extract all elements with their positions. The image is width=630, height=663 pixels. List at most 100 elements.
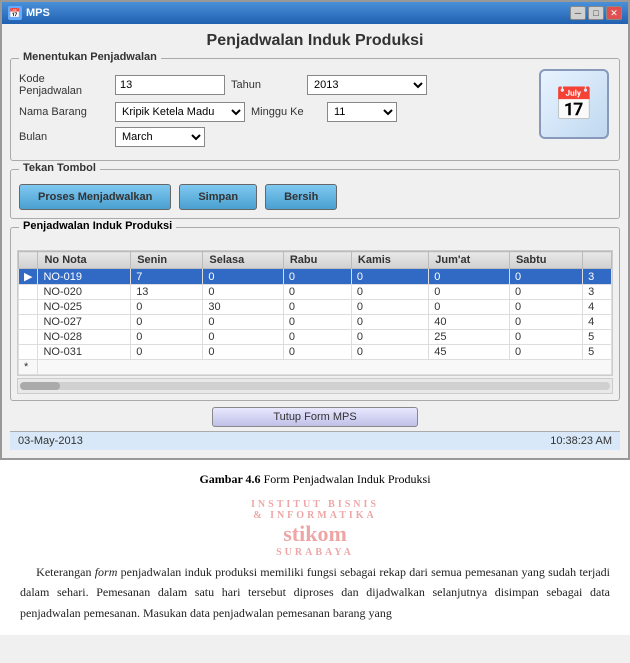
cell-selasa: 30 [203,300,283,315]
close-button[interactable]: ✕ [606,6,622,20]
window-title: MPS [26,7,50,19]
cell-extra: 5 [583,330,612,345]
status-date: 03-May-2013 [18,435,83,447]
cell-no-nota: NO-020 [38,285,131,300]
window-body: Penjadwalan Induk Produksi Menentukan Pe… [2,24,628,458]
cell-sabtu: 0 [509,285,582,300]
table-row[interactable]: ▶ NO-019 7 0 0 0 0 0 3 [19,269,612,285]
cell-selasa: 0 [203,285,283,300]
status-bar: 03-May-2013 10:38:23 AM [10,431,620,450]
col-selasa: Selasa [203,252,283,269]
kode-label: Kode Penjadwalan [19,73,109,97]
form-group-legend: Menentukan Penjadwalan [19,51,161,63]
action-buttons-row: Proses Menjadwalkan Simpan Bersih [19,184,611,210]
cell-kamis: 0 [351,345,428,360]
maximize-button[interactable]: □ [588,6,604,20]
cell-jumat: 0 [429,269,510,285]
horizontal-scrollbar[interactable] [17,378,613,394]
cell-selasa: 0 [203,315,283,330]
cell-senin: 0 [131,330,203,345]
cell-extra: 5 [583,345,612,360]
cell-kamis: 0 [351,315,428,330]
cell-no-nota: NO-031 [38,345,131,360]
bulan-label: Bulan [19,131,109,143]
nama-select[interactable]: Kripik Ketela Madu [115,102,245,122]
form-group: Menentukan Penjadwalan 📅 Kode Penjadwala… [10,58,620,161]
cell-senin: 0 [131,345,203,360]
proses-button[interactable]: Proses Menjadwalkan [19,184,171,210]
cell-rabu: 0 [283,345,351,360]
row-nama-minggu: Nama Barang Kripik Ketela Madu Minggu Ke… [19,102,529,122]
cell-extra: 3 [583,285,612,300]
watermark-surabaya: SURABAYA [20,547,610,558]
cell-kamis: 0 [351,330,428,345]
watermark-line2: & INFORMATIKA [20,510,610,521]
paragraph-container: INSTITUT BISNIS & INFORMATIKA stikom SUR… [20,499,610,623]
table-row[interactable]: NO-028 0 0 0 0 25 0 5 [19,330,612,345]
close-btn-row: Tutup Form MPS [10,407,620,427]
col-jumat: Jum'at [429,252,510,269]
bersih-button[interactable]: Bersih [265,184,337,210]
cell-sabtu: 0 [509,345,582,360]
close-form-button[interactable]: Tutup Form MPS [212,407,417,427]
cell-jumat: 45 [429,345,510,360]
cell-senin: 0 [131,315,203,330]
cell-sabtu: 0 [509,269,582,285]
minggu-select[interactable]: 11 [327,102,397,122]
cell-rabu: 0 [283,315,351,330]
table-row[interactable]: NO-025 0 30 0 0 0 0 4 [19,300,612,315]
title-bar: 📅 MPS ─ □ ✕ [2,2,628,24]
button-group: Tekan Tombol Proses Menjadwalkan Simpan … [10,169,620,219]
kode-input[interactable] [115,75,225,95]
cell-selasa: 0 [203,345,283,360]
cell-jumat: 0 [429,300,510,315]
cell-senin: 13 [131,285,203,300]
cell-sabtu: 0 [509,315,582,330]
button-group-legend: Tekan Tombol [19,162,100,174]
cell-extra: 3 [583,269,612,285]
cell-selasa: 0 [203,269,283,285]
cell-sabtu: 0 [509,330,582,345]
cell-kamis: 0 [351,300,428,315]
col-extra [583,252,612,269]
cell-no-nota: NO-025 [38,300,131,315]
col-pointer [19,252,38,269]
cell-no-nota: NO-027 [38,315,131,330]
table-group: Penjadwalan Induk Produksi No Nota Senin… [10,227,620,401]
nama-label: Nama Barang [19,106,109,118]
simpan-button[interactable]: Simpan [179,184,257,210]
col-sabtu: Sabtu [509,252,582,269]
row-bulan: Bulan March January February April [19,127,529,147]
data-grid-container[interactable]: No Nota Senin Selasa Rabu Kamis Jum'at S… [17,250,613,376]
row-pointer-cell [19,300,38,315]
watermark-stikom: stikom [20,521,610,547]
scroll-track [20,382,610,390]
new-row-marker: * [19,360,38,375]
table-row[interactable]: NO-020 13 0 0 0 0 0 3 [19,285,612,300]
table-row[interactable]: NO-031 0 0 0 0 45 0 5 [19,345,612,360]
cell-senin: 7 [131,269,203,285]
cell-extra: 4 [583,300,612,315]
table-group-legend: Penjadwalan Induk Produksi [19,220,176,232]
scroll-thumb [20,382,60,390]
page-title: Penjadwalan Induk Produksi [10,32,620,50]
tahun-select[interactable]: 2013 2012 2014 [307,75,427,95]
table-row[interactable]: NO-027 0 0 0 0 40 0 4 [19,315,612,330]
main-window: 📅 MPS ─ □ ✕ Penjadwalan Induk Produksi M… [0,0,630,460]
cell-kamis: 0 [351,269,428,285]
minimize-button[interactable]: ─ [570,6,586,20]
tahun-label: Tahun [231,79,301,91]
row-pointer-cell [19,315,38,330]
title-bar-left: 📅 MPS [8,6,50,20]
cell-selasa: 0 [203,330,283,345]
paragraph-text: Keterangan form penjadwalan induk produk… [20,562,610,623]
window-controls: ─ □ ✕ [570,6,622,20]
bulan-select[interactable]: March January February April [115,127,205,147]
col-senin: Senin [131,252,203,269]
below-content: Gambar 4.6 Form Penjadwalan Induk Produk… [0,460,630,635]
figure-number: Gambar 4.6 [199,472,263,486]
col-no-nota: No Nota [38,252,131,269]
row-pointer-cell [19,330,38,345]
cell-senin: 0 [131,300,203,315]
status-time: 10:38:23 AM [550,435,612,447]
